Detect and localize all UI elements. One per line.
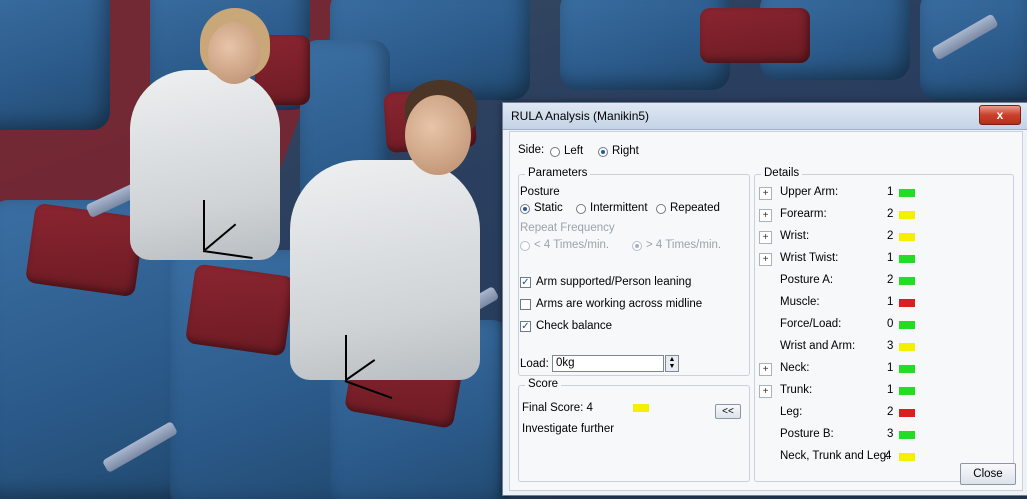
detail-swatch <box>899 299 915 307</box>
posture-intermittent-label[interactable]: Intermittent <box>590 202 648 214</box>
detail-label: Upper Arm: <box>780 186 839 198</box>
detail-swatch <box>899 211 915 219</box>
collapse-details-button[interactable]: << <box>715 404 741 419</box>
detail-label: Neck: <box>780 362 810 374</box>
dialog-body: Side: Left Right Parameters Posture Stat… <box>509 131 1023 491</box>
side-label: Side: <box>518 144 545 156</box>
detail-value: 1 <box>887 362 894 374</box>
posture-static-radio[interactable] <box>520 204 530 214</box>
load-label: Load: <box>520 358 549 370</box>
detail-swatch <box>899 387 915 395</box>
close-icon[interactable]: x <box>979 105 1021 125</box>
posture-repeated-label[interactable]: Repeated <box>670 202 720 214</box>
side-left-radio[interactable] <box>550 147 560 157</box>
detail-swatch <box>899 453 915 461</box>
arm-supported-label[interactable]: Arm supported/Person leaning <box>536 276 691 288</box>
detail-swatch <box>899 189 915 197</box>
close-button[interactable]: Close <box>960 463 1016 485</box>
manikin-male[interactable] <box>290 160 480 380</box>
dialog-titlebar[interactable]: RULA Analysis (Manikin5) x <box>503 103 1027 130</box>
repeat-less-label[interactable]: < 4 Times/min. <box>534 239 609 251</box>
detail-value: 0 <box>887 318 894 330</box>
detail-label: Wrist: <box>780 230 810 242</box>
detail-value: 1 <box>887 252 894 264</box>
detail-value: 3 <box>887 428 894 440</box>
arms-midline-label[interactable]: Arms are working across midline <box>536 298 702 310</box>
detail-label: Trunk: <box>780 384 813 396</box>
manikin-female[interactable] <box>130 70 280 260</box>
detail-value: 1 <box>887 296 894 308</box>
detail-swatch <box>899 431 915 439</box>
detail-label: Posture B: <box>780 428 834 440</box>
detail-value: 2 <box>887 208 894 220</box>
detail-value: 4 <box>885 450 892 462</box>
expand-wrist-icon[interactable]: + <box>759 231 772 244</box>
detail-label: Neck, Trunk and Leg: <box>780 450 890 462</box>
detail-label: Forearm: <box>780 208 827 220</box>
posture-label: Posture <box>520 186 560 198</box>
detail-swatch <box>899 409 915 417</box>
load-stepper[interactable]: ▲ ▼ <box>665 355 679 372</box>
detail-label: Posture A: <box>780 274 834 286</box>
manikin-head <box>405 95 471 175</box>
detail-label: Leg: <box>780 406 803 418</box>
detail-swatch <box>899 233 915 241</box>
headrest <box>184 263 296 357</box>
detail-value: 2 <box>887 230 894 242</box>
repeat-more-radio[interactable] <box>632 241 642 251</box>
detail-label: Wrist Twist: <box>780 252 839 264</box>
expand-forearm-icon[interactable]: + <box>759 209 772 222</box>
side-left-label[interactable]: Left <box>564 145 583 157</box>
detail-swatch <box>899 343 915 351</box>
parameters-legend: Parameters <box>525 167 591 179</box>
score-message: Investigate further <box>522 423 615 435</box>
arm-supported-checkbox[interactable]: ✓ <box>520 277 531 288</box>
detail-value: 2 <box>887 406 894 418</box>
final-score-swatch <box>633 404 649 412</box>
headrest <box>700 8 810 63</box>
arms-midline-checkbox[interactable] <box>520 299 531 310</box>
final-score-label: Final Score: 4 <box>522 402 593 414</box>
headrest <box>24 202 146 298</box>
seat <box>0 0 110 130</box>
detail-value: 1 <box>887 186 894 198</box>
detail-label: Muscle: <box>780 296 820 308</box>
detail-swatch <box>899 277 915 285</box>
detail-swatch <box>899 255 915 263</box>
expand-neck-icon[interactable]: + <box>759 363 772 376</box>
posture-intermittent-radio[interactable] <box>576 204 586 214</box>
detail-swatch <box>899 321 915 329</box>
expand-trunk-icon[interactable]: + <box>759 385 772 398</box>
detail-swatch <box>899 365 915 373</box>
load-input[interactable]: 0kg <box>552 355 664 372</box>
posture-repeated-radio[interactable] <box>656 204 666 214</box>
detail-value: 2 <box>887 274 894 286</box>
check-balance-checkbox[interactable]: ✓ <box>520 321 531 332</box>
side-right-radio[interactable] <box>598 147 608 157</box>
score-legend: Score <box>525 378 562 390</box>
detail-label: Force/Load: <box>780 318 842 330</box>
repeat-less-radio[interactable] <box>520 241 530 251</box>
repeat-frequency-label: Repeat Frequency <box>520 222 615 234</box>
detail-value: 1 <box>887 384 894 396</box>
expand-wrist-twist-icon[interactable]: + <box>759 253 772 266</box>
details-legend: Details <box>761 167 803 179</box>
posture-static-label[interactable]: Static <box>534 202 563 214</box>
side-right-label[interactable]: Right <box>612 145 639 157</box>
rula-analysis-dialog: RULA Analysis (Manikin5) x Side: Left Ri… <box>502 102 1027 496</box>
dialog-title: RULA Analysis (Manikin5) <box>511 109 650 123</box>
check-balance-label[interactable]: Check balance <box>536 320 612 332</box>
axis-line <box>203 200 205 250</box>
expand-upper-arm-icon[interactable]: + <box>759 187 772 200</box>
manikin-head <box>208 22 260 84</box>
repeat-more-label[interactable]: > 4 Times/min. <box>646 239 721 251</box>
detail-label: Wrist and Arm: <box>780 340 856 352</box>
detail-value: 3 <box>887 340 894 352</box>
axis-line <box>345 335 347 380</box>
